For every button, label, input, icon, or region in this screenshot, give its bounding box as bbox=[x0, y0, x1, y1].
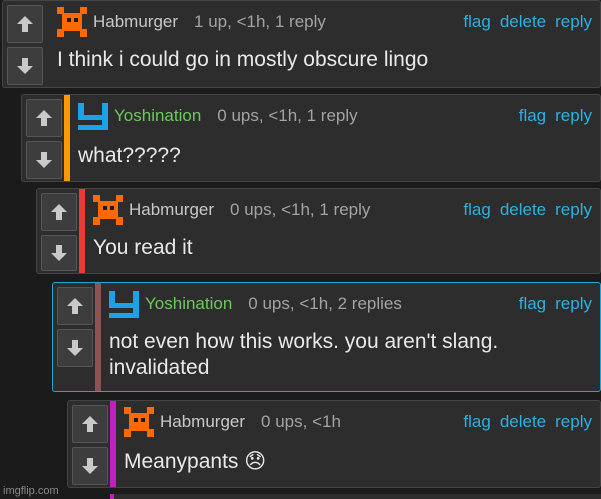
vote-controls bbox=[3, 1, 47, 87]
down-arrow-icon bbox=[82, 458, 98, 474]
comment-meta: 0 ups, <1h, 1 reply bbox=[217, 106, 358, 125]
upvote-button[interactable] bbox=[26, 99, 62, 137]
comment-text: I think i could go in mostly obscure lin… bbox=[57, 48, 429, 71]
down-arrow-icon bbox=[67, 340, 83, 356]
down-arrow-icon bbox=[17, 58, 33, 74]
up-arrow-icon bbox=[82, 416, 98, 432]
vote-controls bbox=[53, 283, 97, 391]
up-arrow-icon bbox=[17, 16, 33, 32]
upvote-button[interactable] bbox=[57, 287, 93, 325]
orange-pixel-creature-icon[interactable] bbox=[93, 195, 123, 225]
comment-meta: 0 ups, <1h, 1 reply bbox=[230, 200, 371, 219]
flag-link[interactable]: flag bbox=[519, 294, 546, 314]
flag-link[interactable]: flag bbox=[463, 412, 490, 432]
flag-link[interactable]: flag bbox=[519, 106, 546, 126]
vote-controls bbox=[22, 95, 66, 181]
comment-5: Habmurger 0 ups, <1h flag delete reply M… bbox=[67, 400, 601, 488]
comment-text: what????? bbox=[78, 144, 181, 167]
down-arrow-icon bbox=[51, 245, 67, 261]
delete-link[interactable]: delete bbox=[500, 412, 546, 432]
downvote-button[interactable] bbox=[41, 235, 77, 271]
comment-meta: 0 ups, <1h bbox=[261, 412, 341, 431]
delete-link[interactable]: delete bbox=[500, 12, 546, 32]
comment-2: Yoshination 0 ups, <1h, 1 reply flag rep… bbox=[21, 94, 601, 182]
username[interactable]: Habmurger bbox=[93, 12, 178, 32]
comment-4: Yoshination 0 ups, <1h, 2 replies flag r… bbox=[52, 282, 601, 392]
flag-link[interactable]: flag bbox=[463, 200, 490, 220]
thread-depth-bar bbox=[95, 283, 101, 391]
thread-depth-bar bbox=[64, 95, 70, 181]
username[interactable]: Habmurger bbox=[129, 200, 214, 220]
comment-text: not even how this works. you aren't slan… bbox=[109, 330, 499, 379]
downvote-button[interactable] bbox=[26, 141, 62, 179]
comment-meta: 0 ups, <1h, 2 replies bbox=[248, 294, 402, 313]
up-arrow-icon bbox=[36, 110, 52, 126]
blue-y-icon[interactable] bbox=[78, 101, 108, 131]
thread-depth-bar bbox=[79, 189, 85, 273]
up-arrow-icon bbox=[51, 204, 67, 220]
downvote-button[interactable] bbox=[57, 329, 93, 367]
downvote-button[interactable] bbox=[7, 47, 43, 85]
reply-link[interactable]: reply bbox=[555, 294, 592, 314]
comment-text: You read it bbox=[93, 236, 193, 259]
watermark: imgflip.com bbox=[3, 485, 59, 497]
vote-controls bbox=[68, 401, 112, 487]
username[interactable]: Yoshination bbox=[114, 106, 201, 126]
upvote-button[interactable] bbox=[41, 193, 77, 231]
comment-3: Habmurger 0 ups, <1h, 1 reply flag delet… bbox=[36, 188, 601, 274]
flag-link[interactable]: flag bbox=[463, 12, 490, 32]
reply-link[interactable]: reply bbox=[555, 200, 592, 220]
username[interactable]: Habmurger bbox=[160, 412, 245, 432]
vote-controls bbox=[37, 189, 81, 273]
comment-meta: 1 up, <1h, 1 reply bbox=[194, 12, 326, 31]
reply-link[interactable]: reply bbox=[555, 412, 592, 432]
orange-pixel-creature-icon[interactable] bbox=[124, 407, 154, 437]
upvote-button[interactable] bbox=[72, 405, 108, 443]
thread-depth-bar bbox=[110, 401, 116, 487]
upvote-button[interactable] bbox=[7, 5, 43, 43]
comment-text: Meanypants 😞 bbox=[124, 450, 267, 473]
delete-link[interactable]: delete bbox=[500, 200, 546, 220]
comment-1: Habmurger 1 up, <1h, 1 reply flag delete… bbox=[2, 0, 601, 88]
reply-link[interactable]: reply bbox=[555, 12, 592, 32]
next-comment-edge bbox=[110, 494, 601, 499]
downvote-button[interactable] bbox=[72, 447, 108, 485]
up-arrow-icon bbox=[67, 298, 83, 314]
orange-pixel-creature-icon[interactable] bbox=[57, 7, 87, 37]
reply-link[interactable]: reply bbox=[555, 106, 592, 126]
blue-y-icon[interactable] bbox=[109, 289, 139, 319]
username[interactable]: Yoshination bbox=[145, 294, 232, 314]
down-arrow-icon bbox=[36, 152, 52, 168]
